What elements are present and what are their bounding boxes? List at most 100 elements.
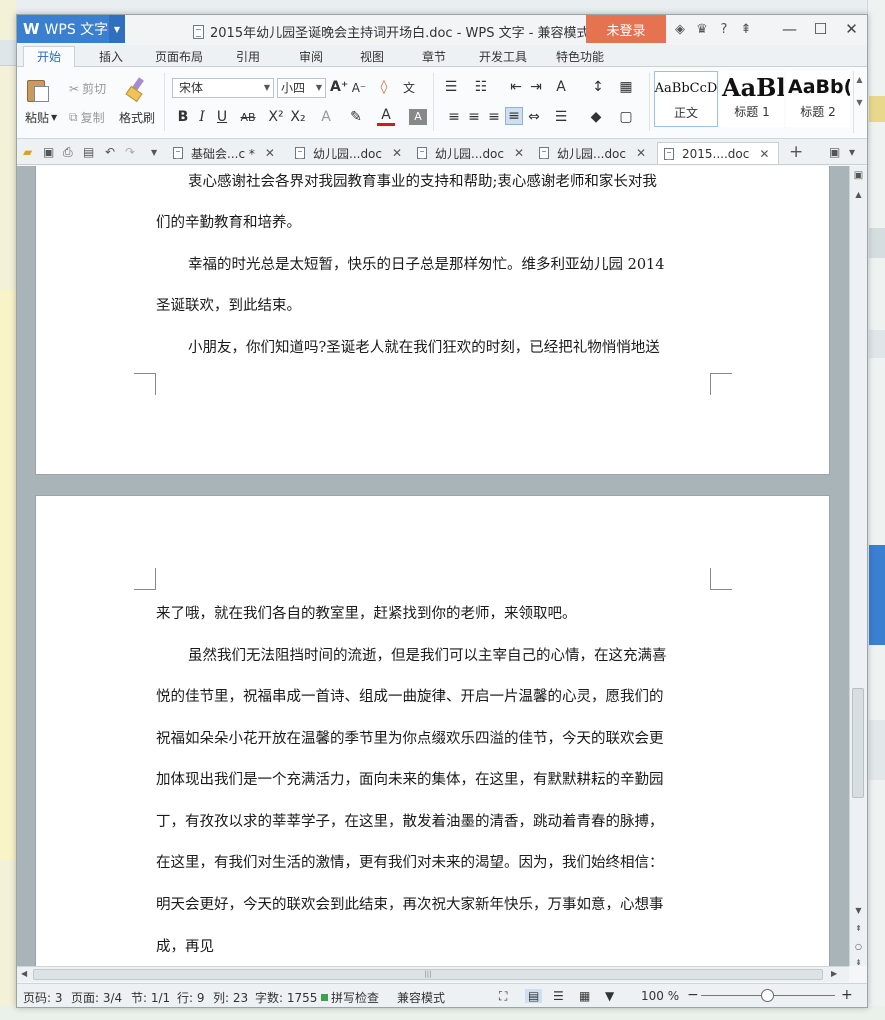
scroll-left-icon[interactable]: ◀ [21,969,27,978]
full-screen-icon[interactable]: ⛶ [499,989,507,1004]
tab-developer[interactable]: 开发工具 [479,48,527,65]
cut-button[interactable]: ✂ 剪切 [69,80,106,97]
previous-page-icon[interactable]: ⇞ [850,924,867,933]
window-mode-icon[interactable]: ▣ [829,145,840,159]
line-spacing-icon[interactable]: ☰ [552,109,570,125]
login-button[interactable]: 未登录 [586,15,666,43]
align-center-icon[interactable]: ≡ [465,109,483,125]
close-tab-icon[interactable]: ✕ [392,146,402,160]
maximize-icon[interactable]: ☐ [805,15,836,43]
char-shading-icon[interactable]: A [409,109,427,125]
doc-tab[interactable]: 幼儿园...doc ✕ [289,142,402,164]
outline-view-icon[interactable]: ☰ [553,989,564,1003]
tab-references[interactable]: 引用 [236,48,260,65]
redo-icon[interactable]: ↷ [125,145,135,159]
tab-home[interactable]: 开始 [23,46,75,68]
table-icon[interactable]: ▦ [617,79,635,95]
tab-page-layout[interactable]: 页面布局 [155,48,203,65]
style-normal[interactable]: AaBbCcD 正文 [654,71,718,127]
tab-view[interactable]: 视图 [360,48,384,65]
bullet-list-icon[interactable]: ☰ [442,79,460,95]
justify-icon[interactable]: ≡ [505,107,523,125]
phonetic-guide-icon[interactable]: 文 [400,79,418,96]
page-view-icon[interactable]: ▤ [525,989,543,1003]
scroll-up-icon[interactable]: ▲ [850,190,867,199]
format-painter-button[interactable] [123,77,149,103]
paste-button[interactable] [25,77,51,103]
skin-icon[interactable]: ◈ [669,22,691,37]
close-tab-icon[interactable]: ✕ [759,147,769,161]
doc-tab-active[interactable]: 2015....doc ✕ [657,142,779,164]
font-family-select[interactable]: 宋体 ▼ [172,78,274,98]
close-tab-icon[interactable]: ✕ [265,146,275,160]
paragraph-shading-icon[interactable]: ◆ [587,109,605,125]
web-view-icon[interactable]: ▦ [579,989,590,1003]
format-painter-label[interactable]: 格式刷 [119,109,155,126]
italic-icon[interactable]: I [193,109,211,125]
chevron-down-icon[interactable]: ▼ [109,15,125,43]
shirt-icon[interactable]: ♛ [691,22,713,37]
collapse-ribbon-icon[interactable]: ⇞ [735,22,757,37]
zoom-in-icon[interactable]: + [841,987,853,1003]
shrink-font-icon[interactable]: A⁻ [350,81,368,95]
status-word-count[interactable]: 字数: 1755 [255,989,317,1006]
tab-list-icon[interactable]: ▾ [849,145,855,159]
close-tab-icon[interactable]: ✕ [636,146,646,160]
change-case-icon[interactable]: A [552,79,570,95]
text-effect-icon[interactable]: A [317,109,335,125]
tab-chapter[interactable]: 章节 [422,48,446,65]
font-size-select[interactable]: 小四 ▼ [277,78,326,98]
tab-insert[interactable]: 插入 [99,48,123,65]
save-icon[interactable]: ▣ [43,145,54,159]
zoom-out-icon[interactable]: − [687,987,699,1003]
next-page-icon[interactable]: ⇟ [850,958,867,967]
undo-icon[interactable]: ↶ [105,145,115,159]
bold-icon[interactable]: B [174,109,192,125]
style-heading-1[interactable]: AaBl 标题 1 [720,71,784,127]
paste-label[interactable]: 粘贴 ▼ [25,109,57,126]
superscript-icon[interactable]: X² [267,109,285,125]
print-preview-icon[interactable]: ▤ [83,145,94,159]
scroll-down-icon[interactable]: ▼ [850,906,867,915]
help-icon[interactable]: ? [713,22,735,37]
doc-tab[interactable]: 幼儿园...doc ✕ [533,142,646,164]
align-left-icon[interactable]: ≡ [445,109,463,125]
clear-format-icon[interactable]: ◊ [375,79,393,95]
numbered-list-icon[interactable]: ☷ [472,79,490,95]
close-icon[interactable]: ✕ [836,15,867,43]
borders-icon[interactable]: ▢ [617,109,635,125]
split-view-icon[interactable]: ▣ [850,170,867,181]
open-folder-icon[interactable]: ▰ [23,145,32,159]
zoom-level[interactable]: 100 % [641,989,679,1003]
tab-review[interactable]: 审阅 [299,48,323,65]
align-right-icon[interactable]: ≡ [485,109,503,125]
subscript-icon[interactable]: X₂ [289,109,307,125]
app-menu-button[interactable]: W WPS 文字 ▼ [17,15,125,43]
highlight-icon[interactable]: ✎ [347,109,365,125]
quick-access-dropdown-icon[interactable]: ▼ [151,148,157,157]
decrease-indent-icon[interactable]: ⇤ [507,79,525,95]
strikethrough-icon[interactable]: AB [239,111,257,124]
styles-scroll[interactable]: ▲ ▼ [853,71,865,133]
style-heading-2[interactable]: AaBb( 标题 2 [786,71,850,127]
copy-button[interactable]: ⧉ 复制 [69,109,105,126]
close-tab-icon[interactable]: ✕ [514,146,524,160]
sort-icon[interactable]: ↕ [589,79,607,95]
horizontal-scrollbar[interactable]: ◀ ||| ▶ [17,966,849,982]
zoom-slider-knob[interactable] [761,989,774,1002]
font-color-icon[interactable]: A [377,107,395,126]
document-canvas[interactable]: 衷心感谢社会各界对我园教育事业的支持和帮助;衷心感谢老师和家长对我 们的辛勤教育… [17,166,849,966]
grow-font-icon[interactable]: A⁺ [330,79,348,95]
vertical-scrollbar[interactable]: ▣ ▲ ▼ ⇞ ○ ⇟ [849,166,867,967]
distribute-icon[interactable]: ⇔ [525,109,543,125]
chevron-up-icon[interactable]: ▲ [854,75,865,84]
status-page[interactable]: 页面: 3/4 [71,989,122,1006]
tab-special-features[interactable]: 特色功能 [556,48,604,65]
doc-tab[interactable]: 基础会...c * ✕ [167,142,275,164]
minimize-icon[interactable]: — [774,15,805,43]
select-browse-object-icon[interactable]: ○ [850,942,867,951]
chevron-down-icon[interactable]: ▼ [854,98,865,107]
new-tab-icon[interactable]: + [789,142,803,162]
reading-mode-icon[interactable]: ▼ [605,989,614,1003]
scrollbar-thumb[interactable]: ||| [33,969,823,980]
